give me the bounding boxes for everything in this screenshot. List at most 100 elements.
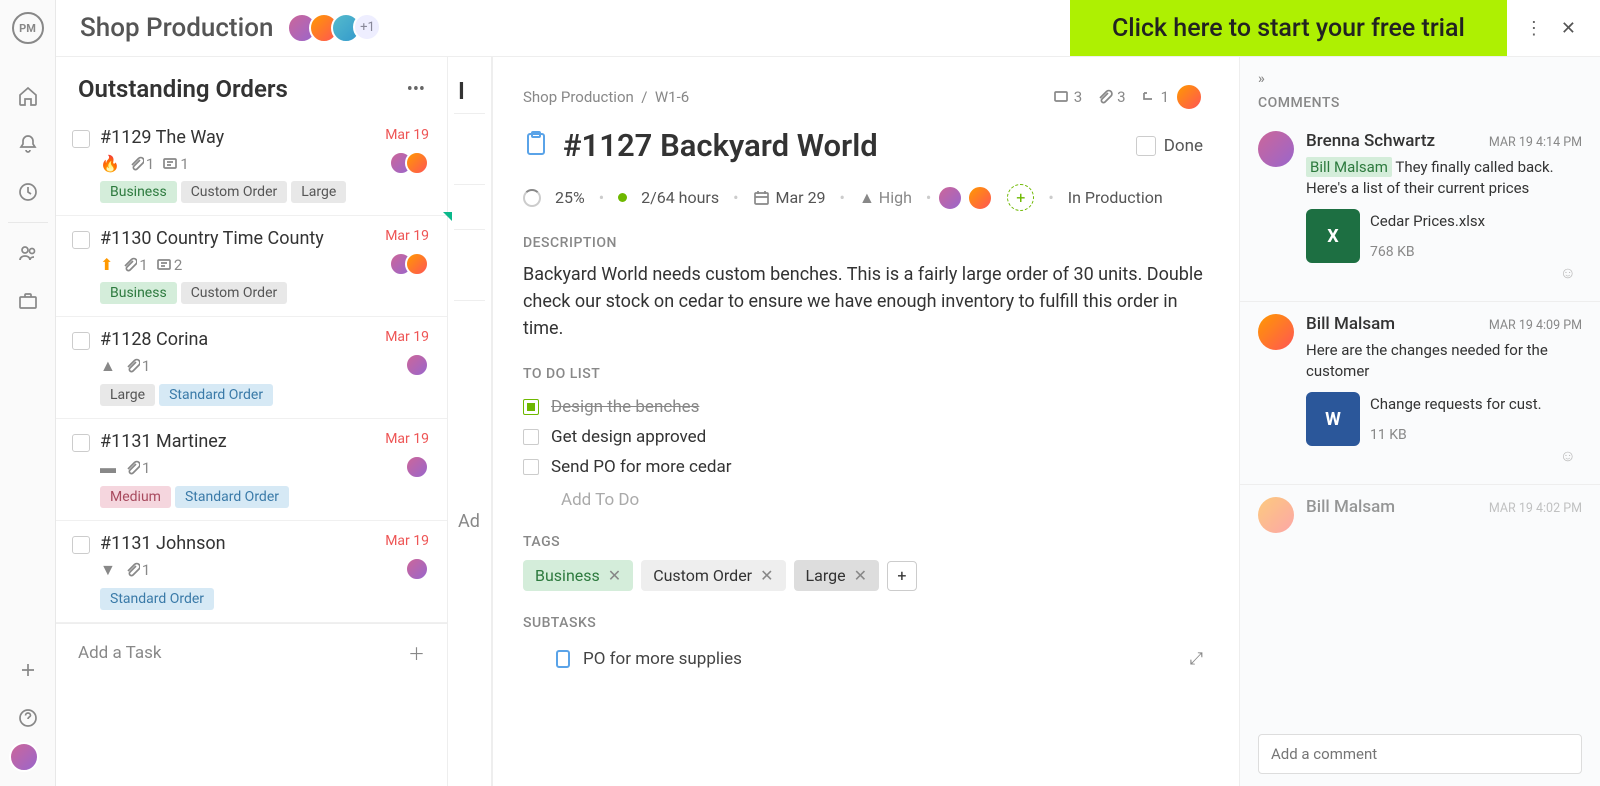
mention[interactable]: Bill Malsam (1306, 157, 1392, 177)
todo-item[interactable]: Send PO for more cedar (523, 452, 1203, 482)
todo-checkbox[interactable] (523, 459, 539, 475)
attachment[interactable]: X Cedar Prices.xlsx768 KB (1306, 209, 1582, 263)
priority-selector[interactable]: ▲ High (859, 188, 912, 208)
project-members[interactable]: +1 (295, 13, 381, 43)
tags-label: TAGS (523, 534, 1203, 550)
users-icon[interactable] (0, 229, 56, 277)
add-todo-input[interactable]: Add To Do (523, 482, 1203, 510)
subtask-item[interactable]: PO for more supplies ⤢ (523, 641, 1203, 669)
description-text[interactable]: Backyard World needs custom benches. Thi… (523, 261, 1203, 342)
task-info-bar: 25% • 2/64 hours • Mar 29 • ▲ High • + •… (523, 184, 1203, 211)
avatar[interactable] (1258, 497, 1294, 533)
task-checkbox[interactable] (72, 536, 90, 554)
task-type-icon (523, 131, 549, 161)
comment-author: Bill Malsam (1306, 497, 1395, 517)
remove-tag-icon[interactable]: ✕ (608, 566, 621, 585)
app-logo[interactable]: PM (12, 12, 44, 44)
add-task-input[interactable]: Add a Task ＋ (56, 623, 447, 681)
attachment[interactable]: W Change requests for cust.11 KB (1306, 392, 1582, 446)
task-card[interactable]: #1131 Johnson ▼ 1 Standard Order Mar 19 (56, 521, 447, 623)
remove-tag-icon[interactable]: ✕ (854, 566, 867, 585)
remove-tag-icon[interactable]: ✕ (760, 566, 773, 585)
tag: Medium (100, 486, 171, 508)
bell-icon[interactable] (0, 120, 56, 168)
status-text[interactable]: In Production (1068, 188, 1163, 207)
task-card[interactable]: #1130 Country Time County ⬆ 1 2 Business… (56, 216, 447, 317)
column-title: Outstanding Orders (78, 75, 288, 103)
column-menu-icon[interactable]: ••• (407, 79, 425, 100)
task-checkbox[interactable] (72, 434, 90, 452)
attachment-count: 1 (124, 561, 150, 579)
comment-count: 1 (162, 155, 188, 173)
clock-icon[interactable] (0, 168, 56, 216)
assignee-avatar[interactable] (1175, 83, 1203, 111)
open-subtask-icon[interactable]: ⤢ (1189, 649, 1203, 669)
assignee-avatar[interactable] (967, 185, 993, 211)
todo-checkbox[interactable] (523, 399, 539, 415)
add-tag-button[interactable]: + (887, 561, 917, 591)
avatar[interactable] (1258, 131, 1294, 167)
add-icon[interactable] (0, 646, 56, 694)
comment-count-icon[interactable]: 3 (1053, 88, 1082, 106)
avatar (405, 252, 429, 276)
priority-arrow-icon: ⬆ (100, 255, 113, 274)
file-size: 768 KB (1370, 244, 1485, 260)
task-checkbox[interactable] (72, 332, 90, 350)
assignee-avatar[interactable] (937, 185, 963, 211)
tag-pill[interactable]: Large✕ (794, 560, 879, 591)
app-nav: PM (0, 0, 56, 786)
tag: Standard Order (100, 588, 214, 610)
close-icon[interactable]: ✕ (1561, 18, 1576, 39)
priority-low-icon: ▼ (100, 560, 116, 580)
tag-pill[interactable]: Business✕ (523, 560, 633, 591)
comments-panel: » COMMENTS Brenna SchwartzMAR 19 4:14 PM… (1240, 57, 1600, 786)
tasks-column: Outstanding Orders ••• #1129 The Way 🔥 1… (56, 57, 448, 786)
briefcase-icon[interactable] (0, 277, 56, 325)
react-icon[interactable]: ☺ (1560, 446, 1576, 465)
add-assignee-button[interactable]: + (1007, 184, 1034, 211)
task-card[interactable]: #1128 Corina ▲ 1 LargeStandard Order Mar… (56, 317, 447, 419)
done-toggle[interactable]: Done (1136, 136, 1203, 156)
collapse-comments-icon[interactable]: » (1258, 71, 1265, 87)
tag-pill[interactable]: Custom Order✕ (641, 560, 785, 591)
plus-icon[interactable]: ＋ (408, 640, 425, 665)
subtask-count-icon[interactable]: 1 (1140, 88, 1169, 106)
calendar-icon[interactable]: Mar 29 (753, 188, 826, 207)
avatar (405, 455, 429, 479)
trial-banner-button[interactable]: Click here to start your free trial (1070, 0, 1507, 57)
current-user-avatar[interactable] (9, 742, 39, 772)
hours-text[interactable]: 2/64 hours (641, 188, 719, 207)
avatar[interactable] (1258, 314, 1294, 350)
task-date: Mar 19 (385, 127, 429, 143)
attachment-count: 1 (124, 357, 150, 375)
todo-item[interactable]: Get design approved (523, 422, 1203, 452)
react-icon[interactable]: ☺ (1560, 263, 1576, 282)
task-checkbox[interactable] (72, 130, 90, 148)
task-detail-panel: Shop Production / W1-6 3 3 1 #1127 Backy… (492, 57, 1600, 786)
subtasks-label: SUBTASKS (523, 615, 1203, 631)
task-date: Mar 19 (385, 329, 429, 345)
progress-text[interactable]: 25% (555, 188, 585, 207)
todo-checkbox[interactable] (523, 429, 539, 445)
more-menu-icon[interactable]: ⋮ (1525, 18, 1543, 39)
progress-icon[interactable] (523, 189, 541, 207)
next-column-peek: I Ad (448, 57, 492, 786)
tag: Custom Order (181, 282, 288, 304)
add-task-label: Add a Task (78, 643, 161, 663)
avatar (405, 353, 429, 377)
todo-text: Design the benches (551, 397, 699, 417)
task-card[interactable]: #1129 The Way 🔥 1 1 BusinessCustom Order… (56, 115, 447, 216)
add-comment-input[interactable] (1258, 734, 1582, 774)
more-members[interactable]: +1 (353, 13, 381, 41)
task-checkbox[interactable] (72, 231, 90, 249)
attachment-count-icon[interactable]: 3 (1096, 88, 1125, 106)
help-icon[interactable] (0, 694, 56, 742)
project-title: Shop Production (80, 13, 273, 43)
todo-item[interactable]: Design the benches (523, 392, 1203, 422)
breadcrumb[interactable]: Shop Production / W1-6 (523, 88, 689, 106)
home-icon[interactable] (0, 72, 56, 120)
subtask-text: PO for more supplies (583, 649, 742, 669)
tag: Standard Order (175, 486, 289, 508)
task-card[interactable]: #1131 Martinez ▬ 1 MediumStandard Order … (56, 419, 447, 521)
attachment-count: 1 (124, 459, 150, 477)
